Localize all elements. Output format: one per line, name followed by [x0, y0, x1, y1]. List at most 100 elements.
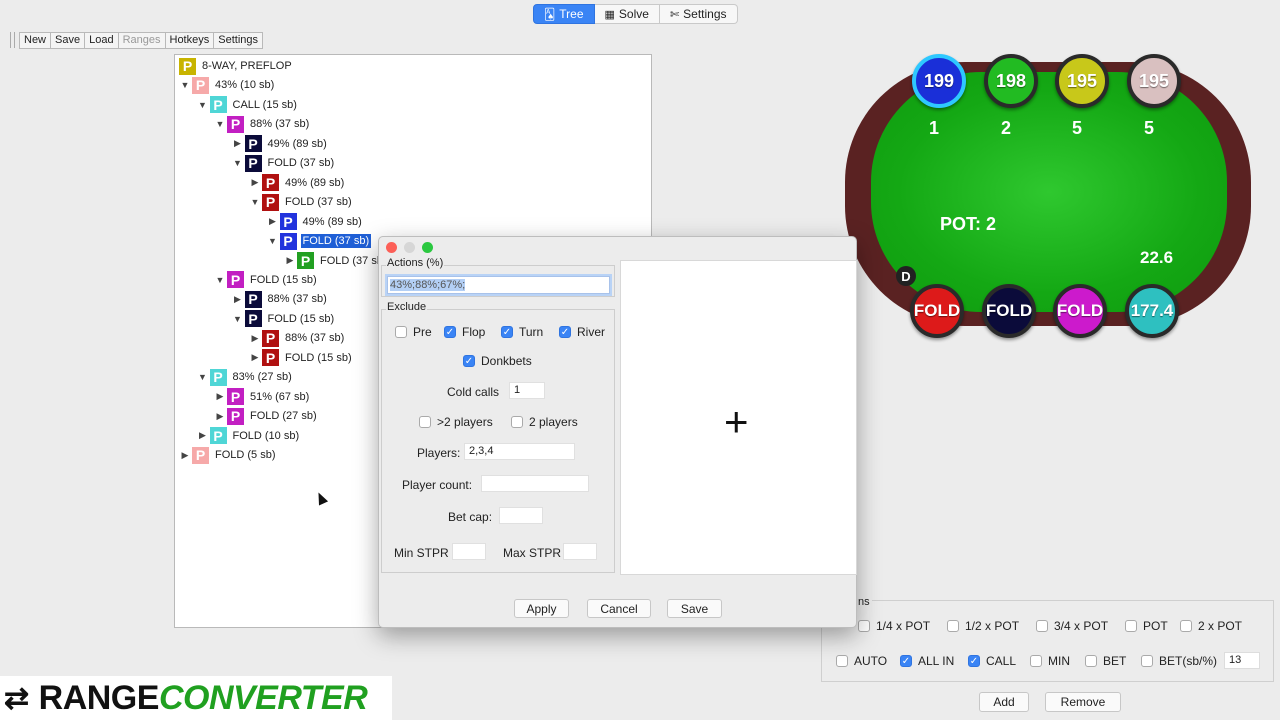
expand-right-icon[interactable]: ▶ [266, 216, 280, 227]
tree-node[interactable]: ▼ P FOLD (37 sb) [231, 154, 337, 172]
tree-node[interactable]: ▶ P 49% (89 sb) [248, 174, 346, 192]
tree-node[interactable]: ▶ P FOLD (10 sb) [196, 427, 302, 445]
seat-1-chip[interactable]: 199 [912, 54, 966, 108]
checkbox-checked[interactable]: ✓ [444, 326, 456, 338]
tree-node-label[interactable]: 83% (27 sb) [231, 370, 294, 384]
seat-8-chip[interactable]: 177.4 [1125, 284, 1179, 338]
checkbox-checked[interactable]: ✓ [463, 355, 475, 367]
load-button[interactable]: Load [84, 31, 119, 49]
zoom-window-icon[interactable] [422, 242, 433, 253]
tree-node[interactable]: ▼ P 88% (37 sb) [213, 115, 311, 133]
seat-4-chip[interactable]: 195 [1127, 54, 1181, 108]
exclude-turn[interactable]: ✓ Turn [501, 325, 543, 339]
tree-node[interactable]: ▶ P 49% (89 sb) [231, 135, 329, 153]
checkbox[interactable] [395, 326, 407, 338]
plus-icon[interactable]: + [724, 401, 749, 443]
tree-node[interactable]: ▶ P 51% (67 sb) [213, 388, 311, 406]
players-input[interactable]: 2,3,4 [464, 443, 575, 460]
option-call[interactable]: ✓ CALL [968, 654, 1016, 668]
expand-down-icon[interactable]: ▼ [231, 314, 245, 324]
apply-button[interactable]: Apply [514, 599, 569, 618]
settings-button[interactable]: Settings [213, 31, 263, 49]
tree-node[interactable]: ▶ P FOLD (27 sb) [213, 407, 319, 425]
exclude-flop[interactable]: ✓ Flop [444, 325, 485, 339]
tree-node[interactable]: ▶ P FOLD (5 sb) [178, 446, 278, 464]
tree-node-label[interactable]: 88% (37 sb) [283, 331, 346, 345]
tree-node[interactable]: ▼ P CALL (15 sb) [196, 96, 299, 114]
tree-node-label[interactable]: FOLD (10 sb) [231, 429, 302, 443]
tree-node-label[interactable]: 88% (37 sb) [248, 117, 311, 131]
cancel-button[interactable]: Cancel [587, 599, 651, 618]
tree-node[interactable]: ▼ P FOLD (37 sb) [248, 193, 354, 211]
add-button[interactable]: Add [979, 692, 1029, 712]
player-count-input[interactable] [481, 475, 589, 492]
range-preview-panel[interactable]: + [620, 260, 857, 575]
seat-2-chip[interactable]: 198 [984, 54, 1038, 108]
actions-input[interactable]: 43%;88%;67%; [387, 276, 610, 294]
checkbox[interactable] [1180, 620, 1192, 632]
seat-6-chip[interactable]: FOLD [982, 284, 1036, 338]
close-window-icon[interactable] [386, 242, 397, 253]
checkbox[interactable] [1141, 655, 1153, 667]
expand-right-icon[interactable]: ▶ [178, 450, 192, 461]
expand-down-icon[interactable]: ▼ [248, 197, 262, 207]
checkbox-checked[interactable]: ✓ [559, 326, 571, 338]
tree-node[interactable]: P 8-WAY, PREFLOP [179, 57, 294, 75]
tree-node[interactable]: ▼ P FOLD (37 sb) [266, 232, 372, 250]
expand-right-icon[interactable]: ▶ [213, 411, 227, 422]
exclude-donkbets[interactable]: ✓ Donkbets [463, 354, 532, 368]
expand-down-icon[interactable]: ▼ [266, 236, 280, 246]
expand-right-icon[interactable]: ▶ [248, 352, 262, 363]
hotkeys-button[interactable]: Hotkeys [164, 31, 215, 49]
checkbox[interactable] [1125, 620, 1137, 632]
option-pot[interactable]: POT [1125, 619, 1168, 633]
option-half-pot[interactable]: 1/2 x POT [947, 619, 1019, 633]
toolbar-grip[interactable] [10, 32, 15, 48]
tab-settings[interactable]: ✄ Settings [659, 4, 738, 24]
new-button[interactable]: New [19, 31, 52, 49]
tree-node-label[interactable]: CALL (15 sb) [231, 98, 299, 112]
tree-node-label[interactable]: FOLD (37 sb) [300, 234, 372, 249]
tree-node[interactable]: ▼ P FOLD (15 sb) [213, 271, 319, 289]
bet-cap-input[interactable] [499, 507, 543, 524]
expand-down-icon[interactable]: ▼ [231, 158, 245, 168]
expand-right-icon[interactable]: ▶ [231, 294, 245, 305]
remove-button[interactable]: Remove [1045, 692, 1121, 712]
seat-5-chip[interactable]: FOLD [910, 284, 964, 338]
minimize-window-icon[interactable] [404, 242, 415, 253]
checkbox-checked[interactable]: ✓ [968, 655, 980, 667]
expand-right-icon[interactable]: ▶ [196, 430, 210, 441]
tree-node-label[interactable]: 43% (10 sb) [213, 78, 276, 92]
checkbox[interactable] [1085, 655, 1097, 667]
checkbox[interactable] [858, 620, 870, 632]
dialog-save-button[interactable]: Save [667, 599, 722, 618]
checkbox-checked[interactable]: ✓ [501, 326, 513, 338]
expand-right-icon[interactable]: ▶ [248, 333, 262, 344]
tree-node[interactable]: ▶ P 88% (37 sb) [248, 329, 346, 347]
tree-node[interactable]: ▶ P FOLD (37 sb) [283, 252, 389, 270]
save-button[interactable]: Save [50, 31, 86, 49]
expand-down-icon[interactable]: ▼ [178, 80, 192, 90]
bet-size-input[interactable]: 13 [1224, 652, 1260, 669]
ranges-button[interactable]: Ranges [117, 31, 166, 49]
expand-right-icon[interactable]: ▶ [231, 138, 245, 149]
tree-node-label[interactable]: FOLD (37 sb) [266, 156, 337, 170]
checkbox[interactable] [419, 416, 431, 428]
tree-node-label[interactable]: 8-WAY, PREFLOP [200, 59, 294, 73]
tab-tree[interactable]: 🂡 Tree [533, 4, 595, 24]
seat-7-chip[interactable]: FOLD [1053, 284, 1107, 338]
expand-right-icon[interactable]: ▶ [248, 177, 262, 188]
expand-down-icon[interactable]: ▼ [196, 372, 210, 382]
exclude-more-than-2-players[interactable]: >2 players [419, 415, 493, 429]
tree-node-label[interactable]: FOLD (5 sb) [213, 448, 278, 462]
option-min[interactable]: MIN [1030, 654, 1070, 668]
exclude-pre[interactable]: Pre [395, 325, 432, 339]
option-bet[interactable]: BET [1085, 654, 1126, 668]
checkbox[interactable] [947, 620, 959, 632]
tree-node-label[interactable]: FOLD (15 sb) [266, 312, 337, 326]
tree-node-label[interactable]: FOLD (27 sb) [248, 409, 319, 423]
tree-node[interactable]: ▼ P 43% (10 sb) [178, 76, 276, 94]
tree-node[interactable]: ▼ P FOLD (15 sb) [231, 310, 337, 328]
checkbox[interactable] [1036, 620, 1048, 632]
tree-node[interactable]: ▶ P FOLD (15 sb) [248, 349, 354, 367]
